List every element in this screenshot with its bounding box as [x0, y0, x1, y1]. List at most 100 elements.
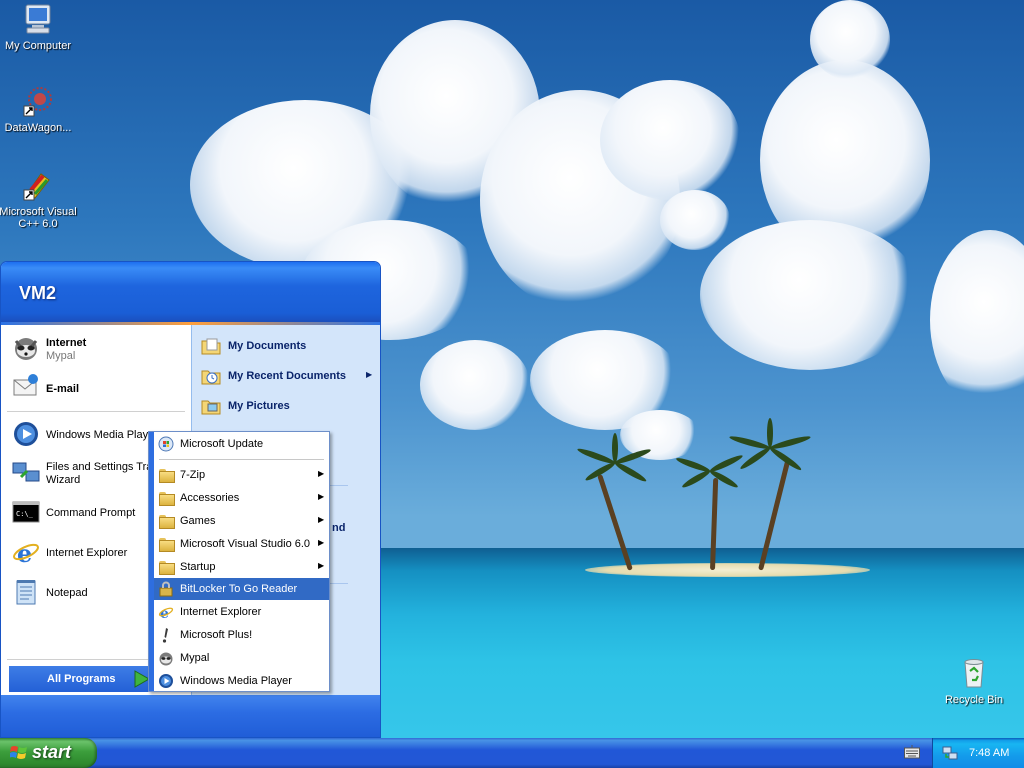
desktop-icon-visual-cpp[interactable]: Microsoft Visual C++ 6.0: [0, 168, 78, 230]
recent-label: Files and Settings Tra: [46, 461, 153, 473]
my-recent-documents-item[interactable]: My Recent Documents ▶: [198, 362, 378, 390]
program-label: Microsoft Update: [180, 438, 264, 450]
menu-separator: [159, 459, 324, 460]
program-microsoft-update[interactable]: Microsoft Update: [154, 433, 329, 455]
start-label: start: [32, 742, 72, 762]
desktop-icon-label: My Computer: [4, 40, 72, 52]
submenu-arrow-icon: ▶: [318, 561, 325, 570]
program-label: Microsoft Visual Studio 6.0: [180, 538, 311, 550]
submenu-arrow-icon: ▶: [318, 538, 325, 547]
program-folder-startup[interactable]: Startup ▶: [154, 556, 329, 578]
program-folder-7zip[interactable]: 7-Zip ▶: [154, 464, 329, 486]
my-computer-icon: [25, 4, 51, 34]
my-pictures-icon: [200, 395, 222, 417]
media-player-icon: [14, 422, 38, 446]
program-label: 7-Zip: [180, 469, 206, 481]
desktop-icon-recycle-bin[interactable]: Recycle Bin: [934, 656, 1014, 706]
folder-icon: [158, 536, 175, 552]
user-name: VM2: [19, 283, 57, 303]
my-documents-icon: [200, 335, 222, 357]
menu-separator: [7, 411, 185, 412]
program-label: Internet Explorer: [180, 606, 262, 618]
taskbar: start 7:48 AM: [0, 738, 1024, 768]
program-folder-visual-studio[interactable]: Microsoft Visual Studio 6.0 ▶: [154, 533, 329, 555]
datawagon-icon: [23, 87, 52, 117]
recent-documents-icon: [200, 365, 222, 387]
program-label: Startup: [180, 561, 216, 573]
bitlocker-icon: [159, 581, 173, 597]
program-label: Games: [180, 515, 216, 527]
folder-icon: [158, 467, 175, 483]
cloud: [600, 80, 740, 200]
desktop-icon-label: Recycle Bin: [944, 694, 1004, 706]
program-label: Microsoft Plus!: [180, 629, 253, 641]
internet-explorer-icon: e: [158, 606, 174, 620]
folder-icon: [158, 513, 175, 529]
program-bitlocker-to-go-reader[interactable]: BitLocker To Go Reader: [154, 578, 329, 600]
transfer-wizard-icon: [12, 462, 40, 482]
right-item-label: My Documents: [228, 340, 307, 352]
start-menu-header: VM2: [1, 262, 380, 322]
windows-update-icon: [158, 436, 174, 452]
right-item-label: My Pictures: [228, 400, 290, 412]
command-prompt-icon: C:\_: [12, 501, 40, 523]
cloud: [660, 190, 730, 250]
system-tray: 7:48 AM: [932, 738, 1024, 768]
my-pictures-item[interactable]: My Pictures: [198, 392, 378, 420]
notepad-icon: [16, 580, 36, 605]
program-label: Accessories: [180, 492, 240, 504]
recent-label-line2: Wizard: [46, 474, 81, 486]
mypal-icon: [14, 338, 38, 360]
my-documents-item[interactable]: My Documents: [198, 332, 378, 360]
internet-explorer-icon: e: [13, 539, 39, 567]
desktop-icon-label: Microsoft Visual C++ 6.0: [0, 206, 77, 230]
pinned-internet[interactable]: Internet Mypal: [9, 331, 189, 367]
submenu-arrow-icon: ▶: [366, 370, 373, 379]
right-item-label: My Recent Documents: [228, 370, 346, 382]
desktop-icon-label: DataWagon...: [4, 122, 72, 134]
microsoft-plus-icon: [162, 628, 168, 643]
recent-label: Internet Explorer: [46, 547, 128, 559]
desktop-icon-datawagon[interactable]: DataWagon...: [0, 84, 78, 134]
program-mypal[interactable]: Mypal: [154, 647, 329, 669]
recent-label: Windows Media Playe: [46, 429, 155, 441]
clock[interactable]: 7:48 AM: [969, 747, 1009, 759]
submenu-arrow-icon: ▶: [318, 469, 325, 478]
right-item-partial-label: nd: [332, 522, 346, 534]
program-folder-accessories[interactable]: Accessories ▶: [154, 487, 329, 509]
media-player-icon: [159, 674, 173, 688]
recent-label: Command Prompt: [46, 507, 136, 519]
email-icon: [13, 374, 38, 396]
visual-cpp-icon: [23, 173, 50, 201]
network-icon[interactable]: [942, 745, 958, 761]
program-label: Windows Media Player: [180, 675, 292, 687]
program-windows-media-player[interactable]: Windows Media Player: [154, 670, 329, 692]
desktop-icon-my-computer[interactable]: My Computer: [0, 2, 78, 52]
keyboard-icon[interactable]: [904, 745, 920, 759]
windows-flag-icon: [10, 746, 27, 759]
all-programs-menu: Microsoft Update 7-Zip ▶ Accessories ▶ G…: [148, 431, 330, 692]
submenu-arrow-icon: ▶: [318, 492, 325, 501]
program-internet-explorer[interactable]: e Internet Explorer: [154, 601, 329, 623]
cloud: [420, 340, 530, 430]
folder-icon: [158, 559, 175, 575]
svg-text:C:\_: C:\_: [16, 510, 34, 518]
pinned-label: E-mail: [46, 383, 80, 395]
pinned-label: Internet: [46, 337, 87, 349]
folder-icon: [158, 490, 175, 506]
start-menu-footer: [1, 695, 380, 737]
submenu-arrow-icon: ▶: [318, 515, 325, 524]
program-folder-games[interactable]: Games ▶: [154, 510, 329, 532]
cloud: [810, 0, 890, 80]
cloud: [700, 220, 920, 370]
recycle-bin-icon: [964, 659, 984, 688]
all-programs-label: All Programs: [47, 673, 116, 685]
pinned-email[interactable]: E-mail: [9, 369, 189, 405]
pinned-sublabel: Mypal: [46, 350, 76, 362]
cloud: [930, 230, 1024, 410]
start-button[interactable]: start: [0, 738, 97, 768]
mypal-icon: [159, 652, 173, 666]
svg-text:e: e: [17, 539, 32, 567]
program-microsoft-plus[interactable]: Microsoft Plus!: [154, 624, 329, 646]
program-label: Mypal: [180, 652, 210, 664]
